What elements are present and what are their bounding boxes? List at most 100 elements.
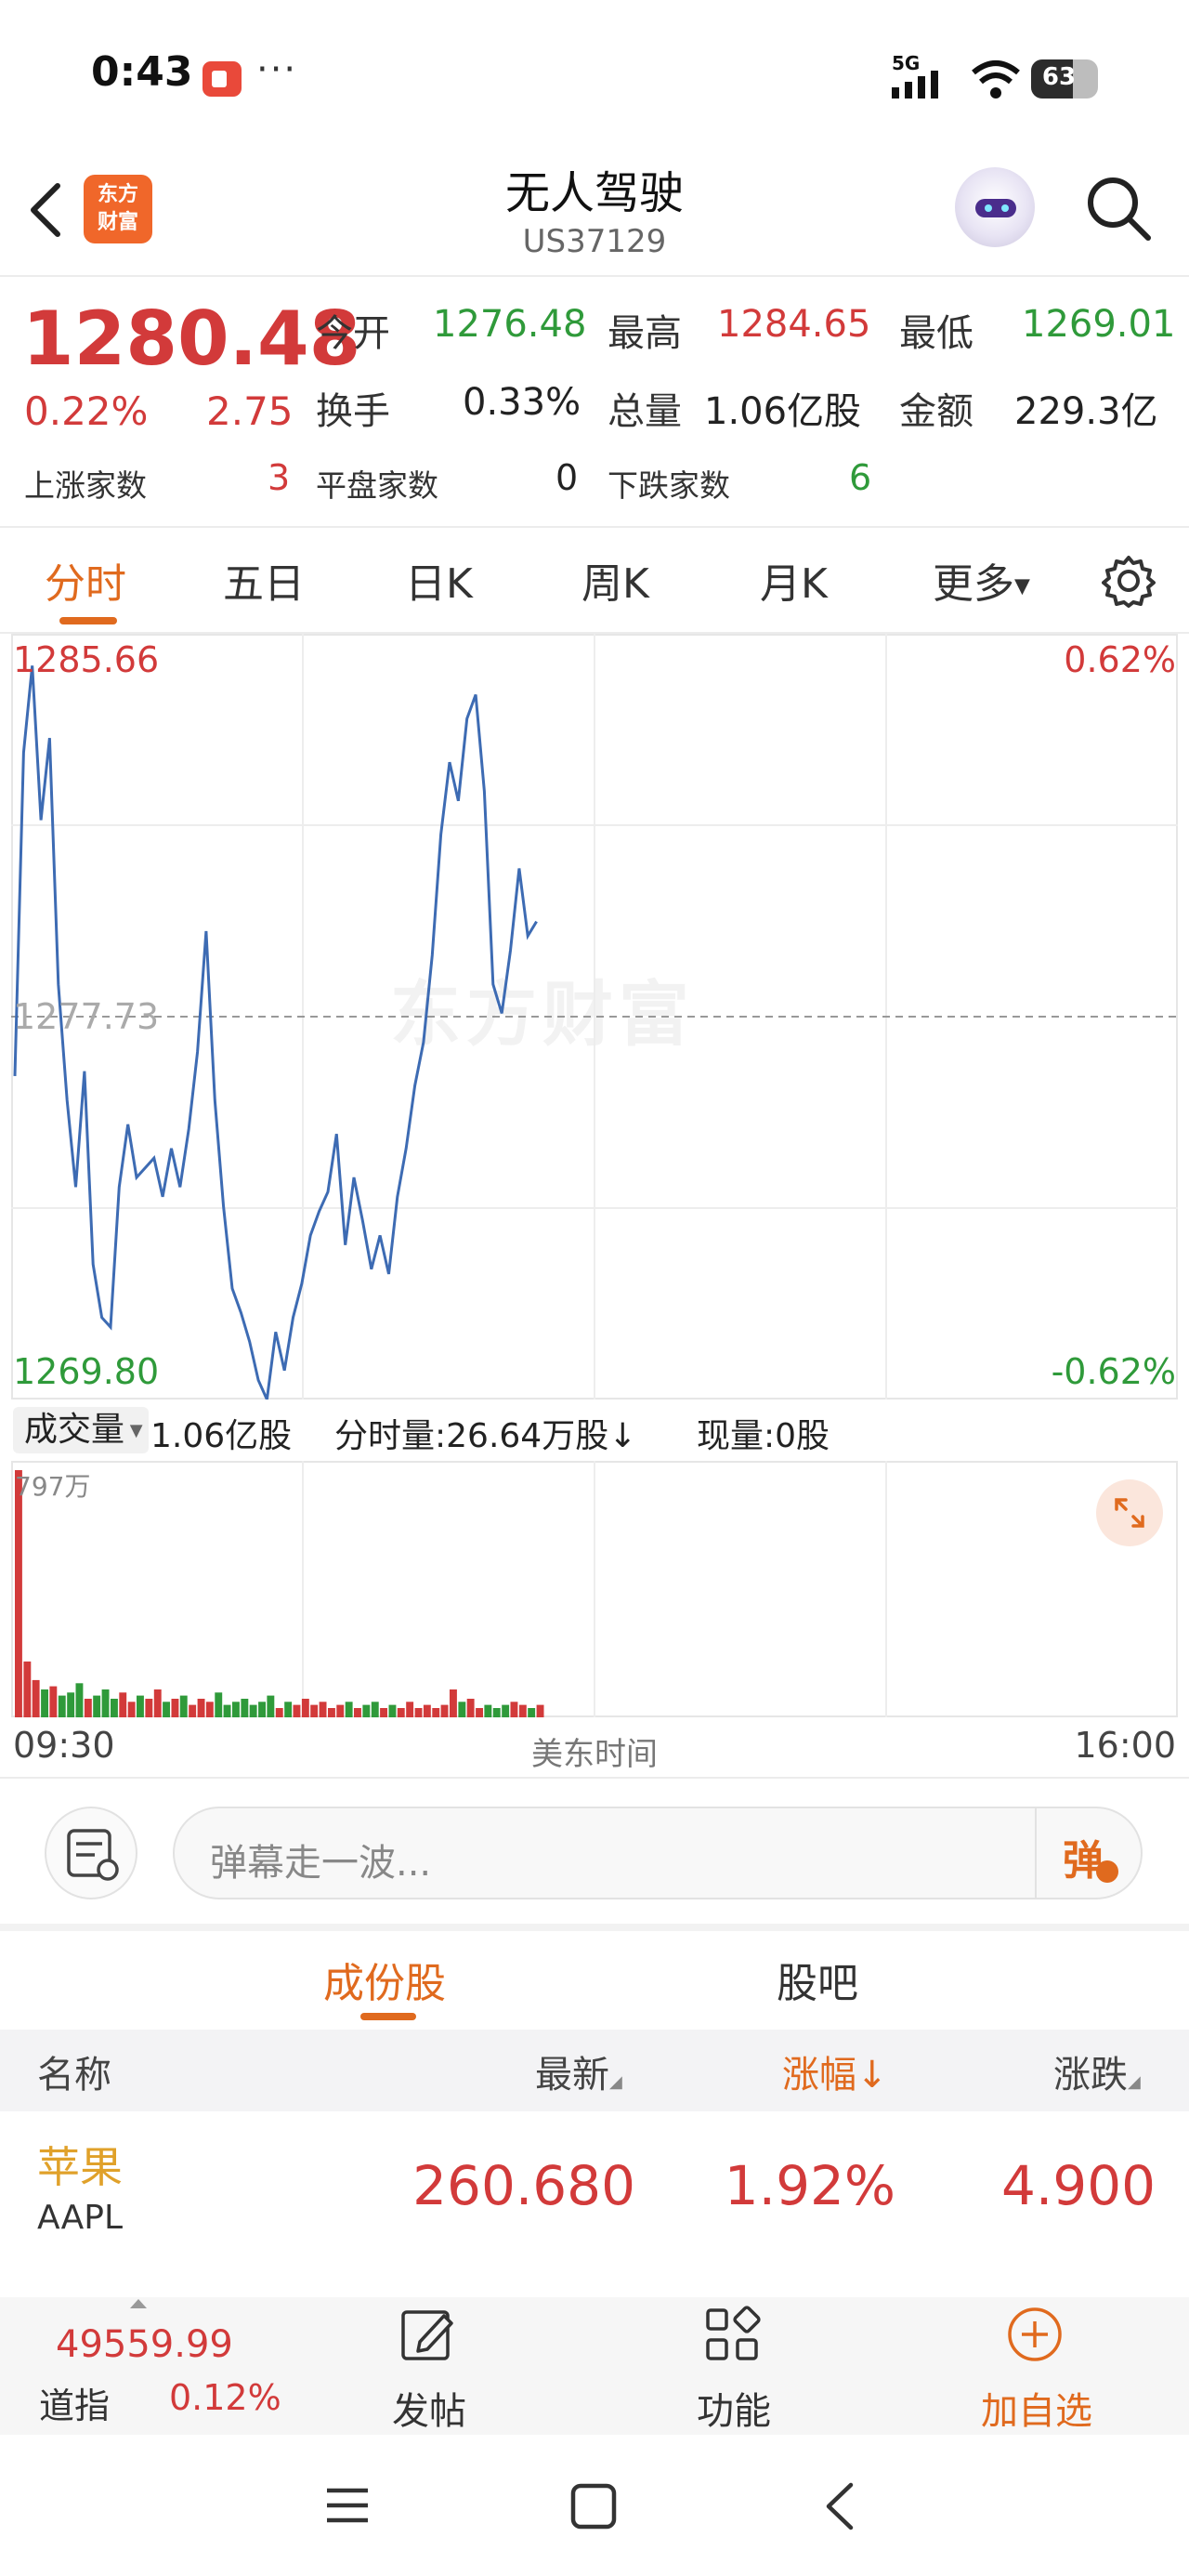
volume-bar: [371, 1702, 379, 1717]
change-value: 2.75: [206, 388, 294, 434]
tab-more[interactable]: 更多▼: [933, 550, 1030, 610]
open-label: 今开: [316, 312, 390, 355]
stock-name: 苹果: [37, 2142, 123, 2192]
volume-bar: [536, 1704, 544, 1717]
down-count-label: 下跌家数: [608, 467, 730, 504]
volume-bar: [241, 1699, 249, 1717]
y-max-label: 1285.66: [13, 639, 160, 680]
column-latest[interactable]: 最新◢: [535, 2044, 622, 2098]
tab-weekly-k[interactable]: 周K: [581, 550, 649, 610]
volume-bar: [179, 1695, 188, 1717]
stock-code: AAPL: [37, 2199, 124, 2237]
back-nav-icon[interactable]: [821, 2481, 858, 2531]
expand-icon: [1115, 1498, 1144, 1528]
column-change-pct[interactable]: 涨幅↓: [782, 2044, 888, 2098]
volume-bar: [93, 1695, 101, 1717]
dropdown-triangle-icon: ▼: [1014, 574, 1030, 598]
danmaku-send-button[interactable]: 弹: [1035, 1808, 1141, 1898]
column-latest-label: 最新: [535, 2054, 609, 2096]
minute-volume-text: 分时量:26.64万股: [334, 1417, 609, 1455]
tab-five-day[interactable]: 五日: [223, 550, 305, 610]
volume-bar: [397, 1708, 405, 1717]
amount-label: 金额: [899, 390, 973, 433]
tab-intraday[interactable]: 分时: [45, 550, 126, 610]
total-volume: 1.06亿股: [150, 1417, 293, 1455]
tab-intraday-underline: [59, 617, 117, 624]
volume-bar: [466, 1699, 475, 1717]
change-percent: 0.22%: [24, 388, 149, 434]
battery-icon: 63: [1031, 59, 1098, 99]
chart-bottom-divider: [0, 1777, 1189, 1779]
dow-index-name[interactable]: 道指: [39, 2377, 110, 2428]
danmaku-settings-icon: [67, 1829, 119, 1881]
price-chart-svg: [11, 634, 1178, 1400]
volume-bar: [15, 1470, 22, 1717]
danmaku-settings-button[interactable]: [45, 1807, 137, 1899]
volume-bar: [345, 1702, 353, 1717]
amount-value: 229.3亿: [1014, 390, 1158, 433]
column-change[interactable]: 涨跌◢: [1053, 2044, 1141, 2098]
signal-icon: [892, 71, 938, 99]
function-label[interactable]: 功能: [697, 2381, 771, 2435]
add-watchlist-label[interactable]: 加自选: [981, 2381, 1092, 2435]
recents-menu-icon[interactable]: [325, 2485, 370, 2526]
flat-count-label: 平盘家数: [316, 467, 438, 504]
volume-bar: [215, 1692, 223, 1717]
volume-bar: [293, 1704, 301, 1717]
settings-gear-icon[interactable]: [1102, 554, 1156, 608]
dow-index-value[interactable]: 49559.99: [56, 2323, 233, 2366]
y-mid-label: 1277.73: [13, 996, 160, 1037]
volume-bar: [119, 1692, 127, 1717]
volume-indicator-dropdown[interactable]: 成交量 ▼: [13, 1407, 149, 1453]
current-price: 1280.48: [22, 296, 361, 382]
turnover-label: 换手: [316, 390, 390, 433]
function-grid-icon[interactable]: [702, 2305, 762, 2364]
danmaku-input[interactable]: 弹幕走一波... 弹: [173, 1807, 1143, 1899]
volume-bar: [32, 1679, 40, 1717]
volume-bar: [301, 1699, 309, 1717]
home-square-icon[interactable]: [570, 2483, 617, 2530]
volume-indicator-label: 成交量: [24, 1411, 125, 1449]
up-count-label: 上涨家数: [24, 467, 147, 504]
volume-bar: [354, 1708, 361, 1717]
volume-bar: [223, 1704, 231, 1717]
tab-daily-k[interactable]: 日K: [405, 550, 473, 610]
volume-bar: [189, 1704, 197, 1717]
post-edit-icon[interactable]: [398, 2305, 457, 2364]
down-count-value: 6: [849, 457, 872, 498]
expand-chart-button[interactable]: [1096, 1479, 1163, 1546]
stock-change-pct: 1.92%: [724, 2154, 895, 2217]
dow-index-pct[interactable]: 0.12%: [169, 2377, 281, 2418]
header-divider: [0, 275, 1189, 277]
up-count-value: 3: [268, 457, 291, 498]
stock-latest: 260.680: [412, 2154, 635, 2217]
ai-assistant-robot-icon[interactable]: [955, 167, 1035, 247]
time-end: 16:00: [1074, 1725, 1176, 1766]
dropdown-triangle-icon: ▼: [124, 1421, 143, 1440]
volume-bar: [484, 1704, 492, 1717]
volume-bar: [275, 1708, 283, 1717]
tab-constituents[interactable]: 成份股: [323, 1950, 446, 2009]
volume-bar: [362, 1704, 371, 1717]
volume-bar: [319, 1702, 327, 1717]
tab-monthly-k[interactable]: 月K: [760, 550, 828, 610]
battery-level: 63: [1041, 63, 1077, 91]
add-watchlist-icon[interactable]: [1005, 2305, 1065, 2364]
volume-bar: [450, 1689, 457, 1717]
check-badge-icon: [1096, 1860, 1118, 1883]
column-change-pct-label: 涨幅: [782, 2054, 856, 2096]
volume-bar: [84, 1699, 92, 1717]
volume-bar: [258, 1702, 266, 1717]
post-label[interactable]: 发帖: [392, 2381, 466, 2435]
sort-corner-icon: ◢: [1128, 2072, 1141, 2092]
time-zone-label: 美东时间: [531, 1736, 658, 1773]
low-label: 最低: [899, 312, 973, 355]
tab-constituents-underline: [360, 2013, 416, 2020]
tab-forum[interactable]: 股吧: [777, 1950, 858, 2009]
volume-bar: [145, 1699, 153, 1717]
volume-label: 总量: [608, 390, 682, 433]
sort-desc-arrow-icon: ↓: [856, 2054, 888, 2096]
column-name[interactable]: 名称: [37, 2044, 111, 2098]
volume-bar: [153, 1689, 162, 1717]
search-icon[interactable]: [1081, 171, 1156, 245]
